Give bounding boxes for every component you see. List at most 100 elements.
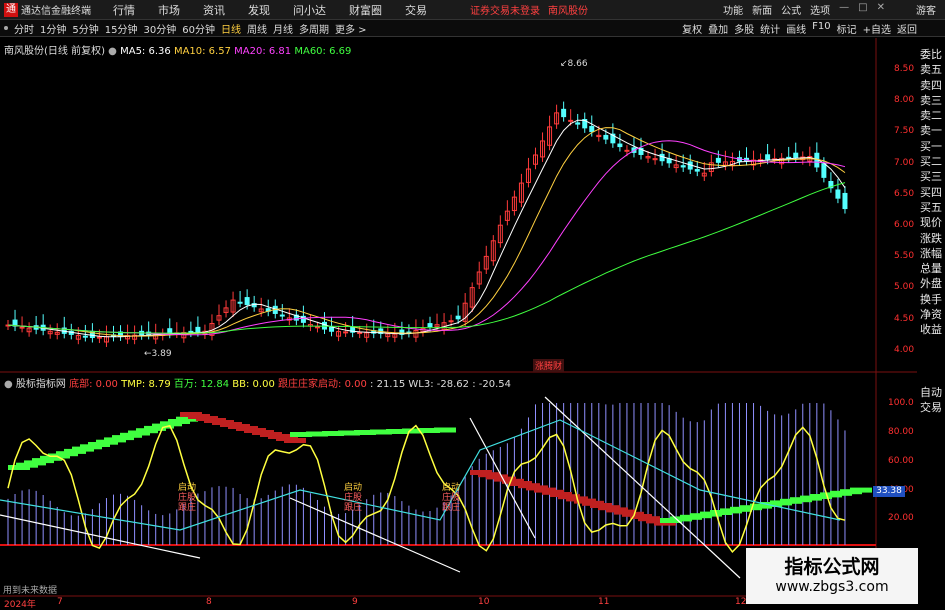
tool-back[interactable]: 返回 <box>897 21 917 36</box>
candle <box>33 315 39 335</box>
sidebar-item[interactable]: 收益 <box>917 322 945 337</box>
candle <box>779 153 785 169</box>
candle <box>462 293 468 327</box>
candle <box>118 325 124 341</box>
candle <box>533 147 538 170</box>
ma-lines <box>7 119 846 338</box>
sidebar-item[interactable]: 买一 <box>917 139 945 154</box>
sidebar-item[interactable]: 涨跌 <box>917 231 945 246</box>
sidebar-item[interactable]: 换手 <box>917 292 945 307</box>
sidebar-item[interactable]: 卖一 <box>917 123 945 138</box>
candle <box>26 322 32 337</box>
candle <box>673 155 679 173</box>
sidebar-item[interactable]: 买四 <box>917 185 945 200</box>
period-1min[interactable]: 1分钟 <box>40 21 66 36</box>
candle <box>828 172 834 193</box>
watermark-title: 指标公式网 <box>784 556 880 578</box>
menu-market[interactable]: 市场 <box>158 2 180 18</box>
tool-add-watchlist[interactable]: +自选 <box>863 21 891 36</box>
tool-draw[interactable]: 画线 <box>786 21 806 36</box>
sidebar-item[interactable]: 外盘 <box>917 276 945 291</box>
sidebar-item[interactable]: 卖二 <box>917 108 945 123</box>
menu-new-page[interactable]: 新面 <box>752 2 772 17</box>
period-daily[interactable]: 日线 <box>221 21 241 36</box>
indicator-value: 百万: 12.84 <box>173 379 230 390</box>
period-more[interactable]: 更多 > <box>335 21 367 36</box>
sidebar-item[interactable]: 买二 <box>917 154 945 169</box>
settings-dot-icon[interactable]: ● <box>108 46 117 57</box>
candle <box>490 235 496 266</box>
candle <box>237 291 243 308</box>
sidebar-item[interactable]: 涨幅 <box>917 246 945 261</box>
sidebar-item[interactable]: 净资 <box>917 307 945 322</box>
quote-sidebar: 委比 卖五 卖四 卖三 卖二 卖一 买一 买二 买三 买四 买五 现价 涨跌 涨… <box>917 47 945 338</box>
indicator-name: 股标指标网 <box>15 379 66 390</box>
tool-f10[interactable]: F10 <box>812 21 830 36</box>
period-multi[interactable]: 多周期 <box>299 21 329 36</box>
trend-line <box>289 497 461 573</box>
date-tick: 8 <box>206 597 212 607</box>
period-15min[interactable]: 15分钟 <box>105 21 138 36</box>
settings-dot-icon[interactable]: ● <box>4 379 13 390</box>
period-monthly[interactable]: 月线 <box>273 21 293 36</box>
candle <box>293 309 299 326</box>
candle <box>504 200 510 226</box>
sidebar-item[interactable]: 买三 <box>917 169 945 184</box>
chart-area[interactable] <box>0 38 917 598</box>
tool-restore-rights[interactable]: 复权 <box>682 21 702 36</box>
menu-news[interactable]: 资讯 <box>203 2 225 18</box>
close-icon[interactable]: ✕ <box>877 2 885 17</box>
period-5min[interactable]: 5分钟 <box>72 21 98 36</box>
guest-label[interactable]: 游客 <box>916 2 936 17</box>
minimize-icon[interactable]: — <box>839 2 849 17</box>
candle <box>54 323 60 340</box>
sidebar-item[interactable]: 卖四 <box>917 78 945 93</box>
sidebar-item[interactable]: 买五 <box>917 200 945 215</box>
menu-wealth[interactable]: 财富圈 <box>349 2 382 18</box>
sidebar-item[interactable]: 卖五 <box>917 62 945 77</box>
menu-discover[interactable]: 发现 <box>248 2 270 18</box>
period-weekly[interactable]: 周线 <box>247 21 267 36</box>
indicator-tick: 100.0 <box>888 398 914 408</box>
candle <box>12 309 18 332</box>
menu-formula[interactable]: 公式 <box>781 2 801 17</box>
menu-options[interactable]: 选项 <box>810 2 830 17</box>
event-badge[interactable]: 涨腾财 <box>533 359 565 372</box>
period-30min[interactable]: 30分钟 <box>143 21 176 36</box>
tool-mark[interactable]: 标记 <box>837 21 857 36</box>
candle <box>146 321 152 340</box>
sidebar-item[interactable]: 现价 <box>917 215 945 230</box>
menu-function[interactable]: 功能 <box>723 2 743 17</box>
indicator-value: BB: 0.00 <box>232 379 275 390</box>
tool-overlay[interactable]: 叠加 <box>708 21 728 36</box>
period-intraday[interactable]: 分时 <box>14 21 34 36</box>
candle <box>307 314 313 332</box>
tool-multi-stock[interactable]: 多股 <box>734 21 754 36</box>
candle <box>286 308 292 326</box>
date-tick: 2024年 <box>4 600 36 610</box>
indicator-value: : -20.54 <box>472 379 511 390</box>
candle <box>469 282 475 313</box>
trade-login-warning[interactable]: 证券交易未登录 <box>470 2 540 17</box>
sidebar-item[interactable]: 卖三 <box>917 93 945 108</box>
tool-stats[interactable]: 统计 <box>760 21 780 36</box>
price-tick: 6.00 <box>894 220 915 230</box>
indicator-current-value: 33.38 <box>873 486 905 497</box>
ma5-line <box>7 119 846 338</box>
date-tick: 9 <box>352 597 358 607</box>
candle <box>582 112 588 133</box>
menu-ask[interactable]: 问小达 <box>293 2 326 18</box>
sidebar-item[interactable]: 交易 <box>917 400 945 415</box>
signal-label: 启动 庄股 跟庄 <box>344 483 363 513</box>
sidebar-item[interactable]: 自动 <box>917 385 945 400</box>
sidebar-item[interactable]: 委比 <box>917 47 945 62</box>
candle <box>631 137 637 158</box>
period-60min[interactable]: 60分钟 <box>182 21 215 36</box>
chart-title: 南风股份(日线 前复权) <box>4 46 105 57</box>
candle <box>540 132 546 162</box>
menu-quotes[interactable]: 行情 <box>113 2 135 18</box>
candle <box>322 312 327 335</box>
sidebar-item[interactable]: 总量 <box>917 261 945 276</box>
menu-trade[interactable]: 交易 <box>405 2 427 18</box>
maximize-icon[interactable]: □ <box>858 2 867 17</box>
